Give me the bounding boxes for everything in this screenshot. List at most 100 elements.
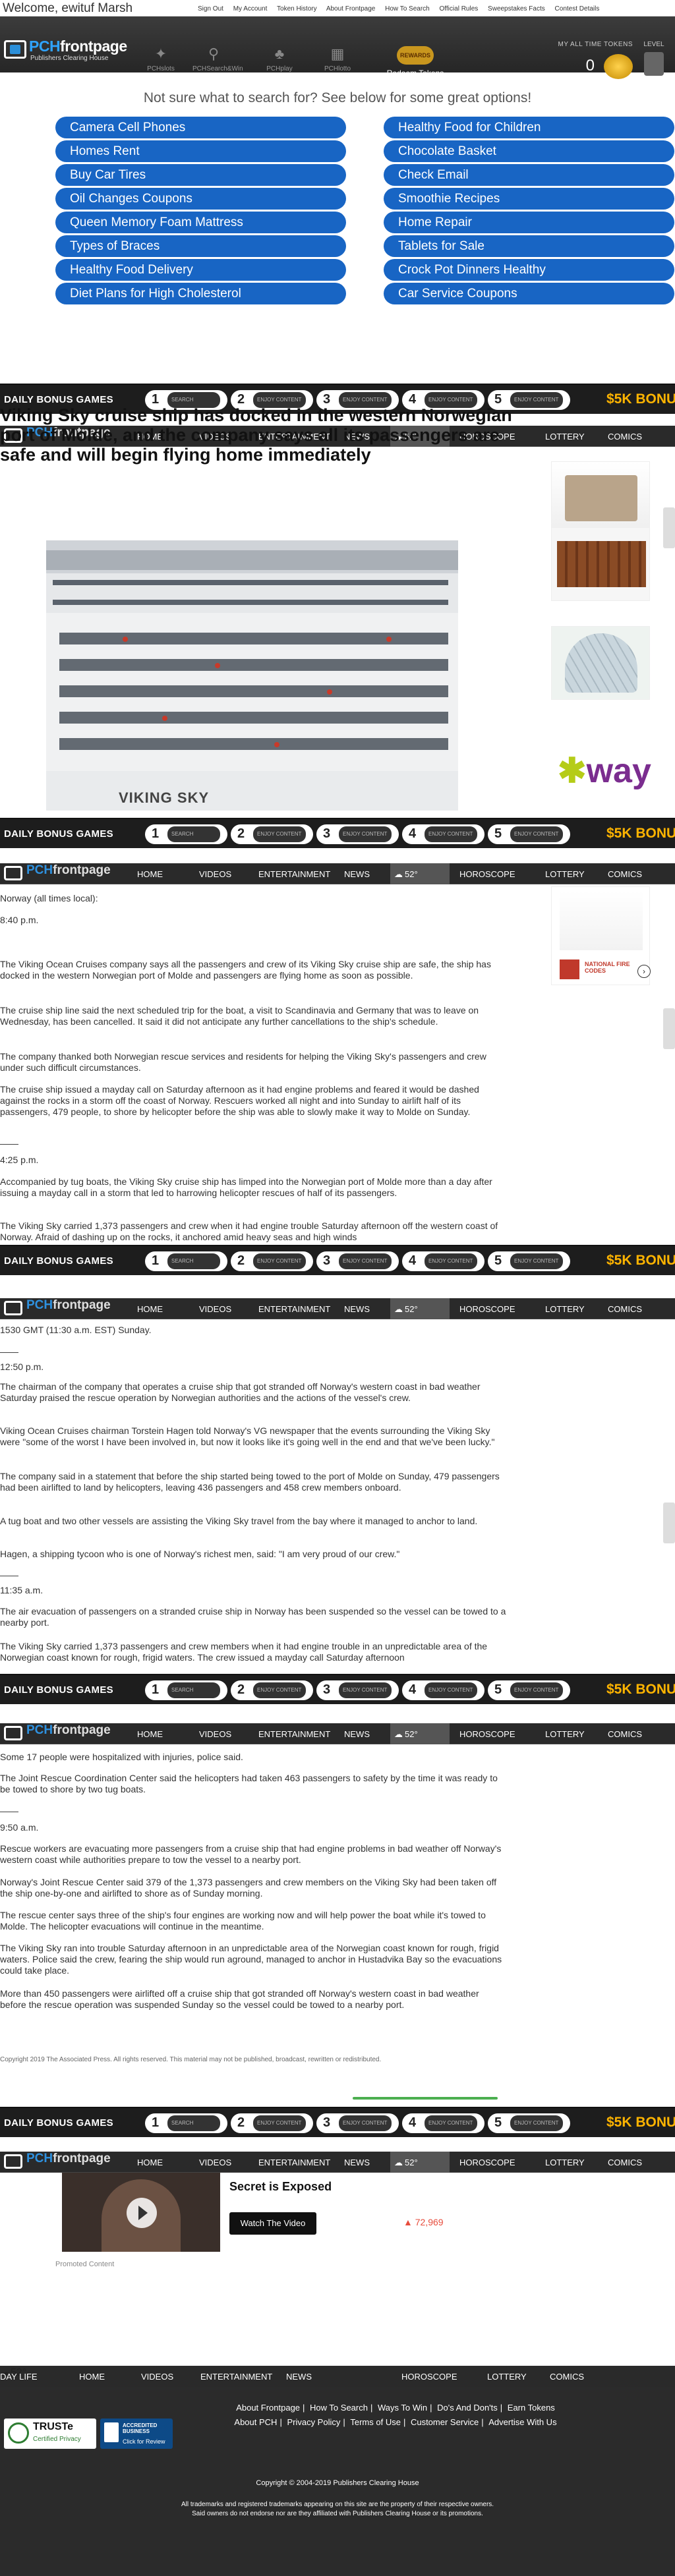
weather-widget[interactable]: ☁52°	[390, 1298, 450, 1319]
search-tile[interactable]: Car Service Coupons	[384, 283, 674, 304]
carousel-next-icon[interactable]: ›	[637, 965, 651, 978]
pchplay-nav[interactable]: ♣ PCHplay	[258, 45, 301, 82]
official-rules-link[interactable]: Official Rules	[440, 5, 479, 13]
sweepstakes-facts-link[interactable]: Sweepstakes Facts	[488, 5, 545, 13]
footer-earn-tokens-link[interactable]: Earn Tokens	[508, 2403, 555, 2413]
footer-terms-link[interactable]: Terms of Use	[350, 2417, 401, 2427]
weather-widget[interactable]: ☁52°	[390, 1723, 450, 1744]
sidebar-ad-1[interactable]	[551, 461, 650, 535]
bonus-game-slot-3[interactable]: 3 ENJOY CONTENT	[316, 2113, 399, 2133]
search-tile[interactable]: Camera Cell Phones	[55, 117, 346, 138]
footer-how-to-search-link[interactable]: How To Search	[310, 2403, 368, 2413]
search-tile[interactable]: Queen Memory Foam Mattress	[55, 212, 346, 233]
nav-item[interactable]: LOTTERY	[545, 2158, 585, 2167]
weather-widget[interactable]: ☁52°	[390, 863, 450, 884]
search-tile[interactable]: Types of Braces	[55, 235, 346, 257]
bonus-game-slot-4[interactable]: 4 ENJOY CONTENT	[402, 1251, 484, 1271]
footer-customer-service-link[interactable]: Customer Service	[411, 2417, 479, 2427]
scrollbar-thumb[interactable]	[663, 507, 675, 548]
scrollbar-thumb[interactable]	[663, 1008, 675, 1049]
how-to-search-link[interactable]: How To Search	[385, 5, 430, 13]
nav-item[interactable]: LOTTERY	[545, 1729, 585, 1739]
nav-item[interactable]: COMICS	[550, 2372, 584, 2382]
bonus-game-slot-5[interactable]: 5 ENJOY CONTENT	[488, 2113, 570, 2133]
nav-pch-logo[interactable]: PCHfrontpage	[3, 1723, 125, 1744]
search-tile[interactable]: Healthy Food Delivery	[55, 259, 346, 281]
about-frontpage-link[interactable]: About Frontpage	[326, 5, 376, 13]
nav-item[interactable]: ENTERTAINMENT	[258, 869, 330, 879]
truste-badge[interactable]: TRUSTe Certified Privacy	[4, 2419, 96, 2449]
footer-advertise-link[interactable]: Advertise With Us	[488, 2417, 556, 2427]
bonus-prize-label[interactable]: $5K BONUS	[606, 826, 675, 842]
nav-item[interactable]: NEWS	[344, 1304, 370, 1314]
search-tile[interactable]: Crock Pot Dinners Healthy	[384, 259, 674, 281]
nav-item[interactable]: VIDEOS	[199, 2158, 231, 2167]
video-promo[interactable]	[62, 2173, 220, 2252]
scrollbar-thumb[interactable]	[663, 1503, 675, 1543]
bonus-game-slot-2[interactable]: 2 ENJOY CONTENT	[231, 1251, 313, 1271]
nav-item[interactable]: COMICS	[608, 869, 642, 879]
bonus-game-slot-2[interactable]: 2 ENJOY CONTENT	[231, 2113, 313, 2133]
footer-about-pch-link[interactable]: About PCH	[234, 2417, 277, 2427]
watch-video-button[interactable]: Watch The Video	[229, 2212, 316, 2235]
bonus-game-slot-2[interactable]: 2 ENJOY CONTENT	[231, 1680, 313, 1700]
nav-item[interactable]: LOTTERY	[487, 2372, 527, 2382]
search-tile[interactable]: Diet Plans for High Cholesterol	[55, 283, 346, 304]
nav-item[interactable]: HOROSCOPE	[459, 1729, 515, 1739]
bonus-game-slot-1[interactable]: 1 SEARCH	[145, 1251, 227, 1271]
nav-item[interactable]: COMICS	[608, 1304, 642, 1314]
bonus-game-slot-3[interactable]: 3 ENJOY CONTENT	[316, 1680, 399, 1700]
nav-item[interactable]: HOROSCOPE	[401, 2372, 457, 2382]
nav-pch-logo[interactable]: PCHfrontpage	[3, 1298, 125, 1319]
nav-item[interactable]: HOME	[137, 2158, 163, 2167]
bonus-game-slot-4[interactable]: 4 ENJOY CONTENT	[402, 2113, 484, 2133]
nav-item[interactable]: LOTTERY	[545, 1304, 585, 1314]
bonus-game-slot-3[interactable]: 3 ENJOY CONTENT	[316, 1251, 399, 1271]
nav-pch-logo[interactable]: PCHfrontpage	[3, 2152, 125, 2173]
bonus-game-slot-1[interactable]: 1 SEARCH	[145, 2113, 227, 2133]
nav-item[interactable]: DAY LIFE	[0, 2372, 38, 2382]
footer-privacy-link[interactable]: Privacy Policy	[287, 2417, 340, 2427]
bonus-game-slot-1[interactable]: 1 SEARCH	[145, 824, 227, 844]
nav-item[interactable]: VIDEOS	[199, 1304, 231, 1314]
search-tile[interactable]: Home Repair	[384, 212, 674, 233]
bbb-badge[interactable]: ACCREDITED BUSINESS Click for Review	[100, 2419, 173, 2449]
bonus-game-slot-1[interactable]: 1 SEARCH	[145, 1680, 227, 1700]
nav-item[interactable]: COMICS	[608, 2158, 642, 2167]
nav-item[interactable]: HOROSCOPE	[459, 2158, 515, 2167]
nav-item[interactable]: VIDEOS	[199, 1729, 231, 1739]
sidebar-ad-3[interactable]	[551, 626, 650, 700]
search-tile[interactable]: Check Email	[384, 164, 674, 186]
nav-pch-logo[interactable]: PCHfrontpage	[3, 863, 125, 884]
nav-item[interactable]: LOTTERY	[545, 869, 585, 879]
footer-ways-to-win-link[interactable]: Ways To Win	[378, 2403, 427, 2413]
bonus-game-slot-4[interactable]: 4 ENJOY CONTENT	[402, 1680, 484, 1700]
weather-widget[interactable]: ☁52°	[390, 2152, 450, 2173]
footer-dos-donts-link[interactable]: Do's And Don'ts	[437, 2403, 498, 2413]
bonus-prize-label[interactable]: $5K BONUS	[606, 1253, 675, 1269]
bonus-game-slot-4[interactable]: 4 ENJOY CONTENT	[402, 824, 484, 844]
nav-item[interactable]: ENTERTAINMENT	[258, 1729, 330, 1739]
sidebar-ad-fire-codes[interactable]: NATIONAL FIRE CODES ›	[551, 886, 651, 985]
search-tile[interactable]: Healthy Food for Children	[384, 117, 674, 138]
redeem-tokens-button[interactable]: REWARDS Redeem Tokens	[386, 46, 444, 82]
search-tile[interactable]: Tablets for Sale	[384, 235, 674, 257]
contest-details-link[interactable]: Contest Details	[555, 5, 600, 13]
search-tile[interactable]: Chocolate Basket	[384, 140, 674, 162]
bonus-game-slot-5[interactable]: 5 ENJOY CONTENT	[488, 1680, 570, 1700]
nav-item[interactable]: ENTERTAINMENT	[258, 1304, 330, 1314]
pchslots-nav[interactable]: ✦ PCHslots	[140, 45, 182, 82]
token-history-link[interactable]: Token History	[277, 5, 317, 13]
bonus-prize-label[interactable]: $5K BONUS	[606, 391, 675, 407]
bonus-game-slot-2[interactable]: 2 ENJOY CONTENT	[231, 824, 313, 844]
nav-item[interactable]: NEWS	[344, 2158, 370, 2167]
nav-item[interactable]: HOROSCOPE	[459, 869, 515, 879]
nav-item[interactable]: HOME	[137, 1729, 163, 1739]
play-button-icon[interactable]	[127, 2198, 157, 2228]
nav-item[interactable]: HOME	[137, 1304, 163, 1314]
bonus-game-slot-5[interactable]: 5 ENJOY CONTENT	[488, 1251, 570, 1271]
pch-logo[interactable]: PCHfrontpage Publishers Clearing House	[3, 36, 127, 64]
footer-about-frontpage-link[interactable]: About Frontpage	[236, 2403, 300, 2413]
my-account-link[interactable]: My Account	[233, 5, 268, 13]
nav-item[interactable]: COMICS	[608, 1729, 642, 1739]
